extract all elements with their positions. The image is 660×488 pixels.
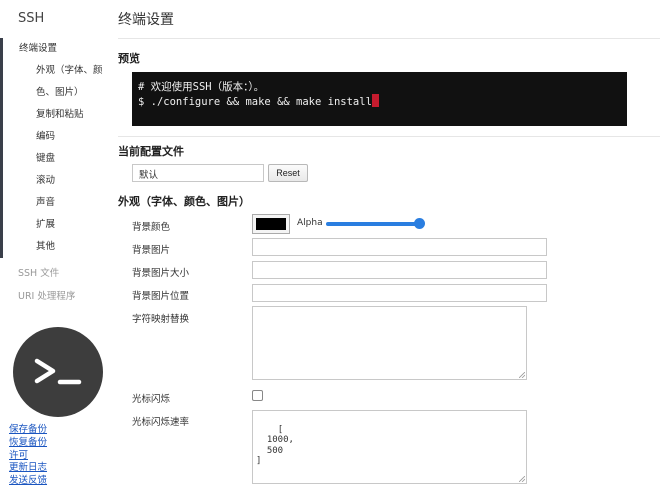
bg-image-pos-label: 背景图片位置 — [132, 291, 190, 302]
cursor-blink-checkbox[interactable] — [252, 390, 263, 401]
sidebar-item-sound[interactable]: 声音 — [3, 192, 108, 214]
license-link[interactable]: 许可 — [9, 450, 47, 463]
charmap-label: 字符映射替换 — [132, 314, 190, 325]
sidebar-item-keyboard[interactable]: 键盘 — [3, 148, 108, 170]
sidebar-item-copy-paste[interactable]: 复制和粘贴 — [3, 104, 108, 126]
preview-heading: 预览 — [118, 52, 140, 65]
sidebar-item-encoding[interactable]: 编码 — [3, 126, 108, 148]
sidebar-item-scrolling[interactable]: 滚动 — [3, 170, 108, 192]
sidebar-item-appearance-cont[interactable]: 色、图片） — [3, 82, 108, 104]
sidebar: SSH 终端设置 外观（字体、颜 色、图片） 复制和粘贴 编码 键盘 滚动 声音… — [0, 0, 108, 488]
sidebar-item-uri-handler[interactable]: URI 处理程序 — [18, 288, 75, 302]
page-title: 终端设置 — [118, 12, 174, 28]
terminal-prompt-icon — [13, 327, 103, 417]
main-panel: 终端设置 预览 # 欢迎使用SSH（版本：）。 $ ./configure &&… — [118, 0, 660, 488]
sidebar-item-misc[interactable]: 其他 — [3, 236, 108, 258]
appearance-heading: 外观（字体、颜色、图片） — [118, 195, 250, 208]
terminal-cursor — [371, 94, 379, 107]
resize-grip-icon[interactable] — [519, 372, 525, 378]
send-feedback-link[interactable]: 发送反馈 — [9, 475, 47, 488]
alpha-slider-thumb[interactable] — [414, 218, 425, 229]
bg-image-size-label: 背景图片大小 — [132, 268, 190, 279]
resize-grip-icon[interactable] — [519, 476, 525, 482]
app-title: SSH — [18, 11, 45, 26]
reset-button[interactable]: Reset — [268, 164, 308, 182]
alpha-label: Alpha — [297, 218, 323, 228]
alpha-slider[interactable] — [326, 222, 423, 226]
save-backup-link[interactable]: 保存备份 — [9, 424, 47, 437]
terminal-preview: # 欢迎使用SSH（版本：）。 $ ./configure && make &&… — [132, 72, 627, 126]
cursor-blink-label: 光标闪烁 — [132, 394, 171, 405]
terminal-command: $ ./configure && make && make install — [138, 96, 372, 108]
bg-image-input[interactable] — [252, 238, 547, 256]
cursor-blink-rate-textarea[interactable]: [ 1000, 500 ] — [252, 410, 527, 484]
bg-color-fill — [256, 218, 286, 230]
terminal-line-2: $ ./configure && make && make install — [138, 94, 621, 109]
bg-color-picker[interactable] — [252, 214, 290, 234]
sidebar-nav-terminal-settings: 终端设置 外观（字体、颜 色、图片） 复制和粘贴 编码 键盘 滚动 声音 扩展 … — [0, 38, 108, 258]
footer-links: 保存备份 恢复备份 许可 更新日志 发送反馈 — [9, 424, 47, 488]
cursor-blink-rate-label: 光标闪烁速率 — [132, 417, 190, 428]
bg-image-pos-input[interactable] — [252, 284, 547, 302]
sidebar-item-ssh-files[interactable]: SSH 文件 — [18, 265, 59, 279]
sidebar-item-extensions[interactable]: 扩展 — [3, 214, 108, 236]
sidebar-item-terminal-settings[interactable]: 终端设置 — [3, 38, 108, 60]
changelog-link[interactable]: 更新日志 — [9, 462, 47, 475]
charmap-textarea[interactable] — [252, 306, 527, 380]
bg-image-size-input[interactable] — [252, 261, 547, 279]
current-profile-heading: 当前配置文件 — [118, 145, 184, 158]
terminal-line-1: # 欢迎使用SSH（版本：）。 — [138, 81, 265, 93]
sidebar-item-appearance[interactable]: 外观（字体、颜 — [3, 60, 108, 82]
preview-divider — [118, 136, 660, 137]
title-divider — [118, 38, 660, 39]
restore-backup-link[interactable]: 恢复备份 — [9, 437, 47, 450]
bg-image-label: 背景图片 — [132, 245, 171, 256]
profile-select[interactable]: 默认 — [132, 164, 264, 182]
cursor-blink-rate-value: [ 1000, 500 ] — [256, 424, 294, 467]
bg-color-label: 背景颜色 — [132, 222, 171, 233]
